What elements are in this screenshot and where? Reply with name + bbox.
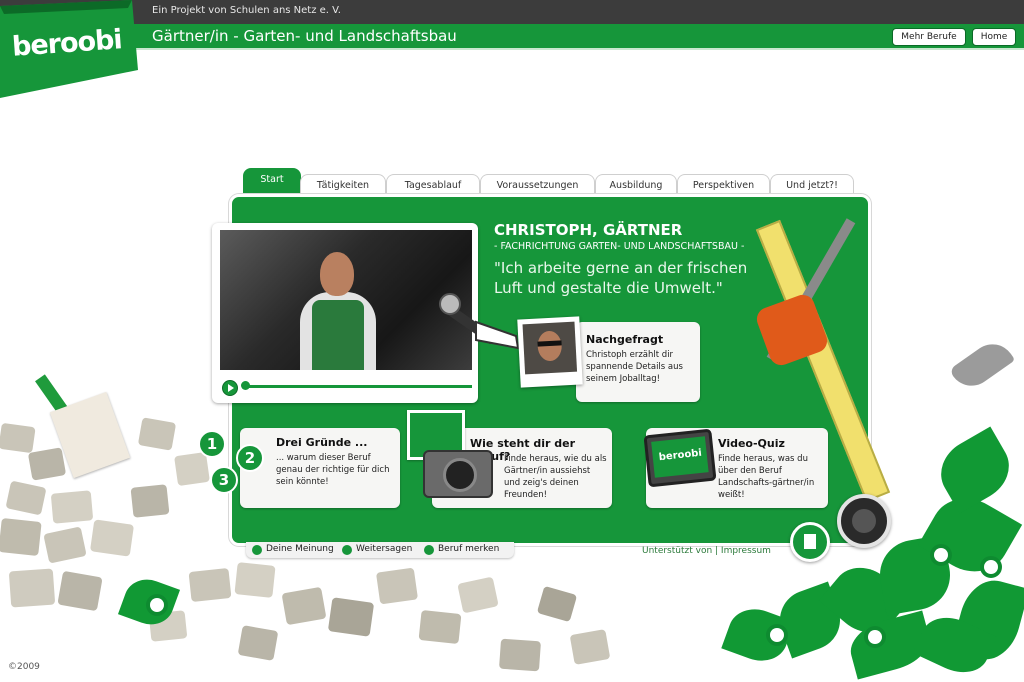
share-icon[interactable] (342, 545, 352, 555)
play-icon[interactable] (222, 380, 238, 396)
link-deine-meinung[interactable]: Deine Meinung (266, 544, 334, 554)
title-bar: Gärtner/in - Garten- und Landschaftsbau (0, 24, 1024, 50)
link-weitersagen[interactable]: Weitersagen (356, 544, 412, 554)
tab-taetigkeiten[interactable]: Tätigkeiten (300, 174, 386, 195)
project-label: Ein Projekt von Schulen ans Netz e. V. (152, 5, 341, 16)
copyright: ©2009 (8, 662, 40, 672)
video-progress-knob[interactable] (241, 381, 250, 390)
tab-start[interactable]: Start (243, 168, 301, 195)
microphone-icon (439, 293, 520, 350)
video-progress-bar[interactable] (242, 385, 472, 388)
pruning-shears-illustration (948, 335, 1016, 395)
quiz-title: Video-Quiz (718, 437, 785, 450)
tab-ausbildung[interactable]: Ausbildung (595, 174, 677, 195)
copyright-year: 2009 (17, 662, 40, 672)
tab-tagesablauf[interactable]: Tagesablauf (386, 174, 480, 195)
tab-und-jetzt[interactable]: Und jetzt?! (770, 174, 854, 195)
tab-perspektiven[interactable]: Perspektiven (677, 174, 770, 195)
camera-icon (423, 450, 493, 498)
christoph-photo[interactable] (517, 316, 583, 388)
hero-subtitle: - FACHRICHTUNG GARTEN- UND LANDSCHAFTSBA… (494, 241, 745, 252)
top-bar: Ein Projekt von Schulen ans Netz e. V. (0, 0, 1024, 24)
support-impressum-link[interactable]: Unterstützt von | Impressum (642, 546, 771, 556)
hero-quote: "Ich arbeite gerne an der frischen Luft … (494, 259, 748, 297)
nachgefragt-card[interactable]: Nachgefragt Christoph erzählt dir spanne… (576, 322, 700, 402)
photo-text: Finde heraus, wie du als Gärtner/in auss… (504, 454, 607, 500)
reasons-title: Drei Gründe ... (276, 436, 368, 449)
bottom-links-bar: Deine Meinung Weitersagen Beruf merken (246, 542, 514, 558)
quiz-text: Finde heraus, was du über den Beruf Land… (718, 454, 815, 500)
number-1-icon: 1 (198, 430, 226, 458)
home-button[interactable]: Home (972, 28, 1016, 46)
reasons-text: ... warum dieser Beruf genau der richtig… (276, 453, 390, 487)
link-beruf-merken[interactable]: Beruf merken (438, 544, 499, 554)
bookmark-icon[interactable] (424, 545, 434, 555)
tab-voraussetzungen[interactable]: Voraussetzungen (480, 174, 595, 195)
reasons-card[interactable]: Drei Gründe ... ... warum dieser Beruf g… (240, 428, 400, 508)
tv-icon: beroobi (643, 428, 717, 488)
hero-name: CHRISTOPH, GÄRTNER (494, 221, 683, 239)
notes-icon[interactable] (790, 522, 830, 562)
page-title: Gärtner/in - Garten- und Landschaftsbau (152, 27, 457, 45)
tv-logo: beroobi (658, 447, 703, 464)
number-2-icon: 2 (236, 444, 264, 472)
comment-icon[interactable] (252, 545, 262, 555)
nachgefragt-text: Christoph erzählt dir spannende Details … (586, 350, 683, 384)
speaker-icon[interactable] (837, 494, 891, 548)
video-frame[interactable] (220, 230, 472, 370)
number-3-icon: 3 (210, 466, 238, 494)
nachgefragt-title: Nachgefragt (586, 333, 664, 346)
more-jobs-button[interactable]: Mehr Berufe (892, 28, 966, 46)
